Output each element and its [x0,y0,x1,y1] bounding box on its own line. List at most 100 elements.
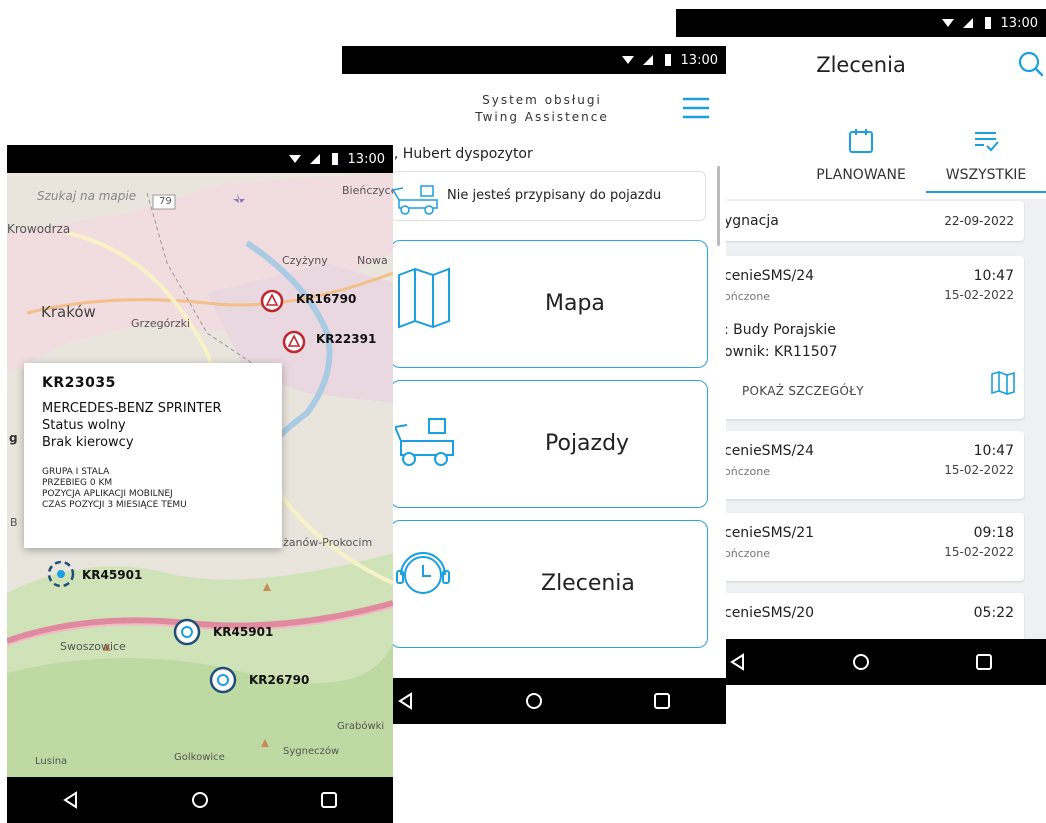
tile-vehicles[interactable]: Pojazdy [390,380,708,508]
order-date: 15-02-2022 [944,288,1014,302]
calendar-icon [849,129,873,153]
road-number: 79 [159,196,172,207]
battery-icon [664,54,671,66]
signal-icon [642,55,653,65]
recents-icon[interactable] [319,790,339,810]
order-status: ończone [724,465,770,478]
order-status: ończone [724,547,770,560]
back-icon[interactable] [396,691,416,711]
map-label: B [10,516,18,529]
vehicle-marker-label[interactable]: KR26790 [249,673,309,687]
orders-screen: 13:00 Zlecenia ĄCE PLANOWANE [676,9,1046,685]
back-icon[interactable] [728,652,748,672]
show-details-button[interactable]: POKAŻ SZCZEGÓŁY [742,384,864,398]
home-icon[interactable] [524,691,544,711]
popup-plate: KR23035 [42,375,116,391]
menu-icon[interactable] [682,96,710,120]
order-time: 10:47 [973,443,1014,459]
app-title-line1: System obsługi [482,93,602,107]
status-time: 13:00 [1000,15,1038,31]
orders-list[interactable]: ygnacja 22-09-2022 cenieSMS/24 10:47 ońc… [676,199,1046,643]
order-card[interactable]: ygnacja 22-09-2022 [722,201,1024,241]
popup-position: POZYCJA APLIKACJI MOBILNEJ [42,489,173,499]
search-icon[interactable] [1016,49,1046,79]
map-label: Swoszowice [60,640,126,653]
status-bar: 13:00 [676,9,1046,37]
order-title: cenieSMS/20 [724,605,815,621]
status-time: 13:00 [347,151,385,167]
recents-icon[interactable] [974,652,994,672]
recents-icon[interactable] [652,691,672,711]
tow-truck-icon [395,418,454,466]
map-label: Lusina [35,756,68,767]
order-card[interactable]: cenieSMS/20 05:22 [722,593,1024,643]
popup-info: MERCEDES-BENZ SPRINTER Status wolny Brak… [42,400,222,451]
home-icon[interactable] [851,652,871,672]
popup-time: CZAS POZYCJI 3 MIESIĄCE TEMU [42,500,187,510]
order-title: cenieSMS/24 [724,268,815,284]
order-status: ończone [724,290,770,303]
scrollbar[interactable] [717,166,720,246]
order-title: cenieSMS/21 [724,525,815,541]
order-card[interactable]: cenieSMS/21 09:18 ończone 15-02-2022 [722,513,1024,581]
order-date: 22-09-2022 [944,214,1014,228]
list-check-icon [975,132,999,152]
back-icon[interactable] [61,790,81,810]
tab-planned[interactable]: PLANOWANE [801,115,921,189]
tab-all-label: WSZYSTKIE [945,167,1027,183]
vehicle-popup[interactable]: KR23035 MERCEDES-BENZ SPRINTER Status wo… [24,363,282,548]
map-label: Krowodrza [7,222,71,236]
order-time: 10:47 [973,268,1014,284]
map-label: Nowa [357,254,388,267]
orders-title: Zlecenia [816,53,906,77]
map-screen: 13:00 Szukaj na mapie 79 Krowodrza Krakó… [7,145,393,823]
tile-orders-label: Zlecenia [541,571,635,596]
nav-bar [676,639,1046,685]
tow-truck-icon [391,185,438,215]
vehicle-marker-label[interactable]: KR45901 [82,568,142,582]
map-label: Czyżyny [282,254,328,267]
order-time: 09:18 [973,525,1014,541]
tile-map-label: Mapa [545,291,605,316]
vehicle-notice: Nie jesteś przypisany do pojazdu [390,171,706,221]
app-title-line2: Twing Assistence [475,110,609,124]
map-icon[interactable] [990,370,1016,396]
wifi-icon [621,56,634,64]
order-title: ygnacja [724,213,779,229]
map-label: Sygneczów [283,746,340,757]
popup-details: GRUPA I STALA PRZEBIEG 0 KM POZYCJA APLI… [42,467,187,511]
popup-mileage: PRZEBIEG 0 KM [42,478,113,488]
map-label: Grzegórzki [131,317,191,330]
tab-all[interactable]: WSZYSTKIE [926,115,1046,193]
battery-icon [331,153,338,165]
map-label: Bieńczyce [342,184,393,197]
popup-model: MERCEDES-BENZ SPRINTER [42,401,222,416]
app-header: System obsługi Twing Assistence [342,74,726,140]
map-search-input[interactable]: Szukaj na mapie [37,189,136,203]
orders-tabs: ĄCE PLANOWANE WSZYSTKIE [676,115,1046,193]
nav-bar [7,777,393,823]
battery-icon [984,17,991,29]
tab-active-indicator [926,191,1046,193]
order-title: cenieSMS/24 [724,443,815,459]
menu-screen: 13:00 System obsługi Twing Assistence j,… [342,46,726,724]
status-time: 13:00 [680,52,718,68]
popup-status: Status wolny [42,418,126,433]
map-label: Golkowice [174,752,225,763]
wifi-icon [941,19,954,27]
map-label: Grabówki [337,721,385,732]
vehicle-marker-label[interactable]: KR22391 [316,332,376,346]
signal-icon [962,18,973,28]
vehicle-marker-label[interactable]: KR16790 [296,292,356,306]
order-card[interactable]: cenieSMS/24 10:47 ończone 15-02-2022 [722,431,1024,499]
tab-planned-label: PLANOWANE [816,167,906,183]
order-card-expanded[interactable]: cenieSMS/24 10:47 ończone 15-02-2022 : B… [722,256,1024,419]
app-title: System obsługi Twing Assistence [392,92,692,126]
home-icon[interactable] [190,790,210,810]
tile-orders[interactable]: Zlecenia [390,520,708,648]
vehicle-marker-label[interactable]: KR45901 [213,625,273,639]
order-date: 15-02-2022 [944,463,1014,477]
tile-map[interactable]: Mapa [390,240,708,368]
popup-group: GRUPA I STALA [42,467,110,477]
map-label: żanów-Prokocim [283,536,373,549]
